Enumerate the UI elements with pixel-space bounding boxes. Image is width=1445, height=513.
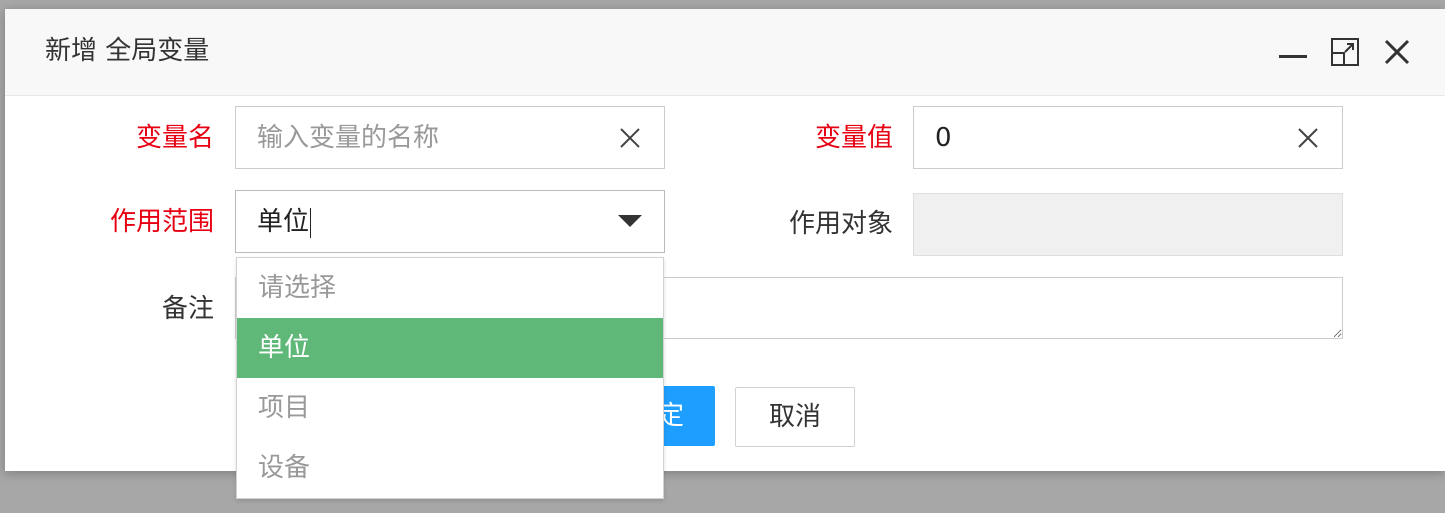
target-field	[913, 193, 1343, 256]
option-unit[interactable]: 单位	[237, 318, 663, 378]
target-label: 作用对象	[788, 209, 893, 239]
cancel-button[interactable]: 取消	[735, 387, 855, 447]
var-name-label: 变量名	[135, 123, 214, 153]
option-project[interactable]: 项目	[237, 378, 663, 438]
clear-icon[interactable]	[1296, 126, 1320, 150]
var-value-label: 变量值	[814, 123, 893, 153]
option-device[interactable]: 设备	[237, 438, 663, 498]
scope-dropdown-list: 请选择 单位 项目 设备	[236, 257, 664, 499]
close-icon[interactable]	[1380, 35, 1414, 69]
var-value-field[interactable]	[913, 106, 1343, 169]
scope-label: 作用范围	[109, 207, 214, 237]
option-please-select[interactable]: 请选择	[237, 258, 663, 318]
var-name-field[interactable]	[235, 106, 665, 169]
dialog-title: 新增 全局变量	[45, 36, 210, 66]
scope-select[interactable]: 单位	[235, 190, 665, 253]
dropdown-arrow-icon[interactable]	[618, 215, 642, 227]
scope-selected-value: 单位	[257, 207, 312, 238]
maximize-icon[interactable]	[1328, 35, 1362, 69]
dialog-title-bar: 新增 全局变量	[5, 9, 1445, 96]
remarks-label: 备注	[161, 294, 214, 324]
var-name-input[interactable]	[236, 107, 664, 168]
clear-icon[interactable]	[618, 126, 642, 150]
var-value-input[interactable]	[914, 107, 1342, 168]
minimize-icon[interactable]	[1276, 35, 1310, 69]
